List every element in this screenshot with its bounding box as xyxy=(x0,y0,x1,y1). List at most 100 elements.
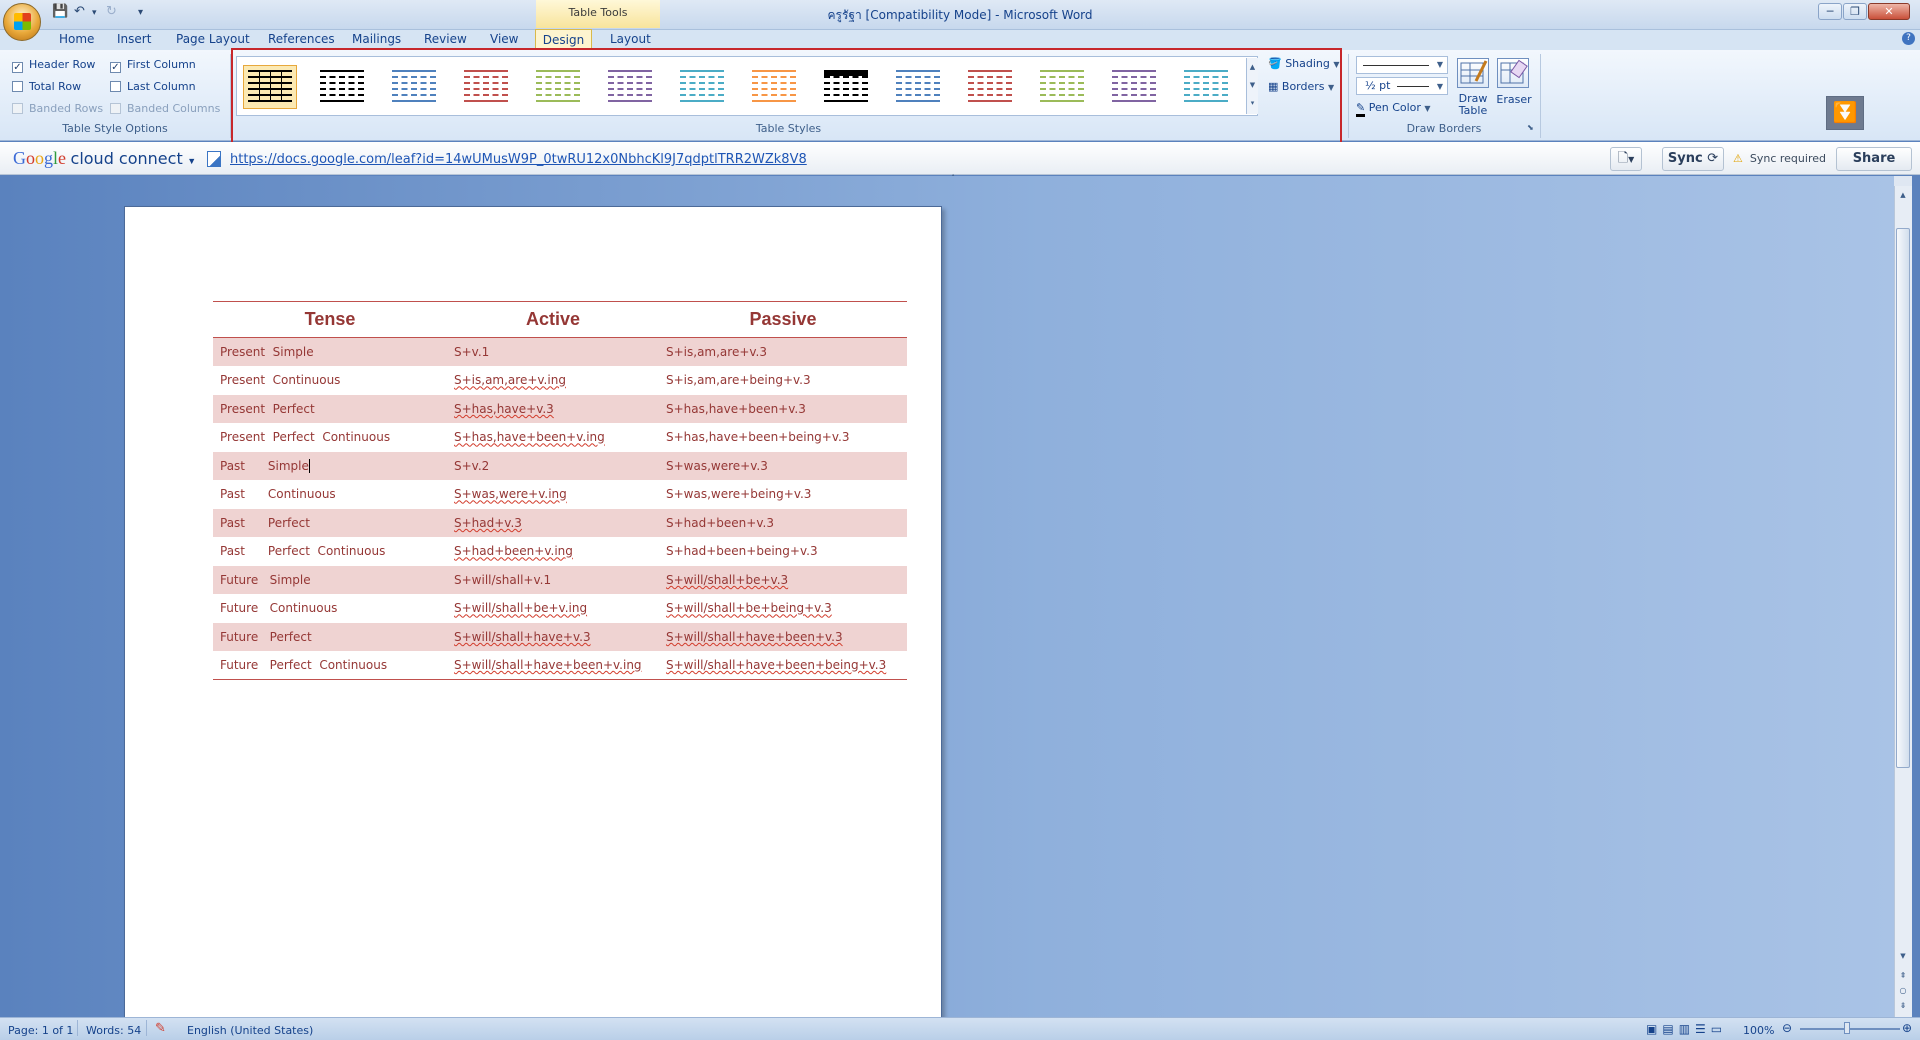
zoom-slider-track[interactable] xyxy=(1800,1028,1900,1030)
pen-color-button[interactable]: ✎ Pen Color ▼ xyxy=(1356,101,1431,117)
table-style-thumbnail[interactable] xyxy=(1035,65,1089,109)
select-browse-object-icon[interactable]: ○ xyxy=(1896,983,1910,998)
language[interactable]: English (United States) xyxy=(187,1024,313,1037)
document-url-link[interactable]: https://docs.google.com/leaf?id=14wUMusW… xyxy=(230,152,807,167)
banded-columns-checkbox[interactable]: Banded Columns xyxy=(110,102,220,115)
table-style-thumbnail[interactable] xyxy=(387,65,441,109)
header-active[interactable]: Active xyxy=(447,301,659,338)
table-style-thumbnail[interactable] xyxy=(243,65,297,109)
table-styles-gallery[interactable] xyxy=(236,56,1258,116)
zoom-in-icon[interactable]: ⊕ xyxy=(1902,1021,1912,1035)
draft-icon[interactable]: ▭ xyxy=(1711,1022,1727,1036)
maximize-button[interactable]: ❐ xyxy=(1843,3,1867,20)
eraser-button[interactable]: Eraser xyxy=(1496,93,1532,106)
view-buttons[interactable]: ▣▤▥☰▭ xyxy=(1646,1022,1727,1036)
gallery-scroll[interactable]: ▲ ▼ ▾ xyxy=(1246,58,1258,114)
table-cell-tense[interactable]: Present Perfect xyxy=(213,394,447,423)
tab-insert[interactable]: Insert xyxy=(117,32,151,46)
table-cell-active[interactable]: S+v.1 xyxy=(447,337,659,366)
table-cell-passive[interactable]: S+has,have+been+v.3 xyxy=(659,394,907,423)
collapse-ribbon-icon[interactable]: ⏬ xyxy=(1826,96,1864,130)
borders-button[interactable]: ▦ Borders ▼ xyxy=(1268,80,1334,93)
zoom-out-icon[interactable]: ⊖ xyxy=(1782,1021,1792,1035)
eraser-icon[interactable] xyxy=(1497,58,1529,88)
table-cell-passive[interactable]: S+had+been+being+v.3 xyxy=(659,537,907,566)
table-cell-passive[interactable]: S+has,have+been+being+v.3 xyxy=(659,423,907,452)
header-passive[interactable]: Passive xyxy=(659,301,907,338)
table-style-thumbnail[interactable] xyxy=(459,65,513,109)
browse-object-controls[interactable]: ⇞ ○ ⇟ xyxy=(1896,968,1910,1013)
scroll-up-icon[interactable]: ▲ xyxy=(1247,58,1258,76)
banded-rows-checkbox[interactable]: Banded Rows xyxy=(12,102,103,115)
table-cell-tense[interactable]: Present Simple xyxy=(213,337,447,366)
draw-table-button[interactable]: Draw Table xyxy=(1448,93,1498,117)
tab-review[interactable]: Review xyxy=(424,32,467,46)
table-cell-passive[interactable]: S+will/shall+be+being+v.3 xyxy=(659,594,907,623)
help-icon[interactable]: ? xyxy=(1902,32,1915,45)
first-column-checkbox[interactable]: ✓ First Column xyxy=(110,58,196,73)
scroll-down-icon[interactable]: ▼ xyxy=(1247,76,1258,94)
table-cell-passive[interactable]: S+was,were+v.3 xyxy=(659,451,907,480)
line-style-dropdown[interactable]: ▼ xyxy=(1356,56,1448,74)
tab-layout[interactable]: Layout xyxy=(610,32,651,46)
table-cell-tense[interactable]: Past Simple xyxy=(213,451,447,480)
table-cell-active[interactable]: S+was,were+v.ing xyxy=(447,480,659,509)
scroll-up-arrow-icon[interactable]: ▲ xyxy=(1896,191,1910,227)
last-column-checkbox[interactable]: Last Column xyxy=(110,80,196,93)
table-cell-tense[interactable]: Past Continuous xyxy=(213,480,447,509)
tab-view[interactable]: View xyxy=(490,32,518,46)
zoom-slider-thumb[interactable] xyxy=(1844,1022,1850,1034)
table-cell-active[interactable]: S+will/shall+have+v.3 xyxy=(447,622,659,651)
more-icon[interactable]: ▾ xyxy=(1247,94,1258,112)
table-cell-active[interactable]: S+will/shall+be+v.ing xyxy=(447,594,659,623)
scrollbar-thumb[interactable] xyxy=(1896,228,1910,768)
next-page-icon[interactable]: ⇟ xyxy=(1896,998,1910,1013)
outline-icon[interactable]: ☰ xyxy=(1695,1022,1711,1036)
table-cell-passive[interactable]: S+had+been+v.3 xyxy=(659,508,907,537)
table-cell-passive[interactable]: S+was,were+being+v.3 xyxy=(659,480,907,509)
tab-mailings[interactable]: Mailings xyxy=(352,32,401,46)
office-button[interactable] xyxy=(3,3,41,41)
table-cell-passive[interactable]: S+will/shall+have+been+being+v.3 xyxy=(659,651,907,680)
table-cell-active[interactable]: S+v.2 xyxy=(447,451,659,480)
total-row-checkbox[interactable]: Total Row xyxy=(12,80,81,93)
table-cell-active[interactable]: S+will/shall+v.1 xyxy=(447,565,659,594)
header-row-checkbox[interactable]: ✓ Header Row xyxy=(12,58,95,73)
previous-page-icon[interactable]: ⇞ xyxy=(1896,968,1910,983)
tab-page-layout[interactable]: Page Layout xyxy=(176,32,250,46)
table-style-thumbnail[interactable] xyxy=(1107,65,1161,109)
web-layout-icon[interactable]: ▥ xyxy=(1679,1022,1695,1036)
minimize-button[interactable]: ─ xyxy=(1818,3,1842,20)
table-style-thumbnail[interactable] xyxy=(1179,65,1233,109)
draw-table-icon[interactable] xyxy=(1457,58,1489,88)
close-button[interactable]: ✕ xyxy=(1868,3,1910,20)
table-cell-tense[interactable]: Future Perfect Continuous xyxy=(213,651,447,680)
table-cell-tense[interactable]: Present Perfect Continuous xyxy=(213,423,447,452)
shading-button[interactable]: 🪣 Shading ▼ xyxy=(1268,57,1340,70)
table-style-thumbnail[interactable] xyxy=(747,65,801,109)
table-cell-tense[interactable]: Present Continuous xyxy=(213,366,447,395)
page-count[interactable]: Page: 1 of 1 xyxy=(8,1024,73,1037)
sync-button[interactable]: Sync ⟳ xyxy=(1662,147,1724,171)
line-weight-dropdown[interactable]: ½ pt ▼ xyxy=(1356,77,1448,95)
table-cell-active[interactable]: S+had+v.3 xyxy=(447,508,659,537)
zoom-level[interactable]: 100% xyxy=(1743,1024,1774,1037)
header-tense[interactable]: Tense xyxy=(213,301,447,338)
scroll-down-arrow-icon[interactable]: ▼ xyxy=(1896,952,1910,960)
table-style-thumbnail[interactable] xyxy=(603,65,657,109)
print-layout-icon[interactable]: ▣ xyxy=(1646,1022,1662,1036)
table-cell-active[interactable]: S+will/shall+have+been+v.ing xyxy=(447,651,659,680)
table-cell-active[interactable]: S+has,have+v.3 xyxy=(447,394,659,423)
word-count[interactable]: Words: 54 xyxy=(86,1024,141,1037)
new-document-button[interactable]: 🗋▼ xyxy=(1610,147,1642,171)
dialog-launcher-icon[interactable]: ⬊ xyxy=(1527,123,1534,132)
table-cell-tense[interactable]: Future Continuous xyxy=(213,594,447,623)
table-style-thumbnail[interactable] xyxy=(675,65,729,109)
full-screen-reading-icon[interactable]: ▤ xyxy=(1662,1022,1678,1036)
table-cell-passive[interactable]: S+is,am,are+being+v.3 xyxy=(659,366,907,395)
table-cell-tense[interactable]: Future Simple xyxy=(213,565,447,594)
table-style-thumbnail[interactable] xyxy=(891,65,945,109)
table-cell-tense[interactable]: Future Perfect xyxy=(213,622,447,651)
table-cell-passive[interactable]: S+will/shall+have+been+v.3 xyxy=(659,622,907,651)
table-cell-tense[interactable]: Past Perfect Continuous xyxy=(213,537,447,566)
